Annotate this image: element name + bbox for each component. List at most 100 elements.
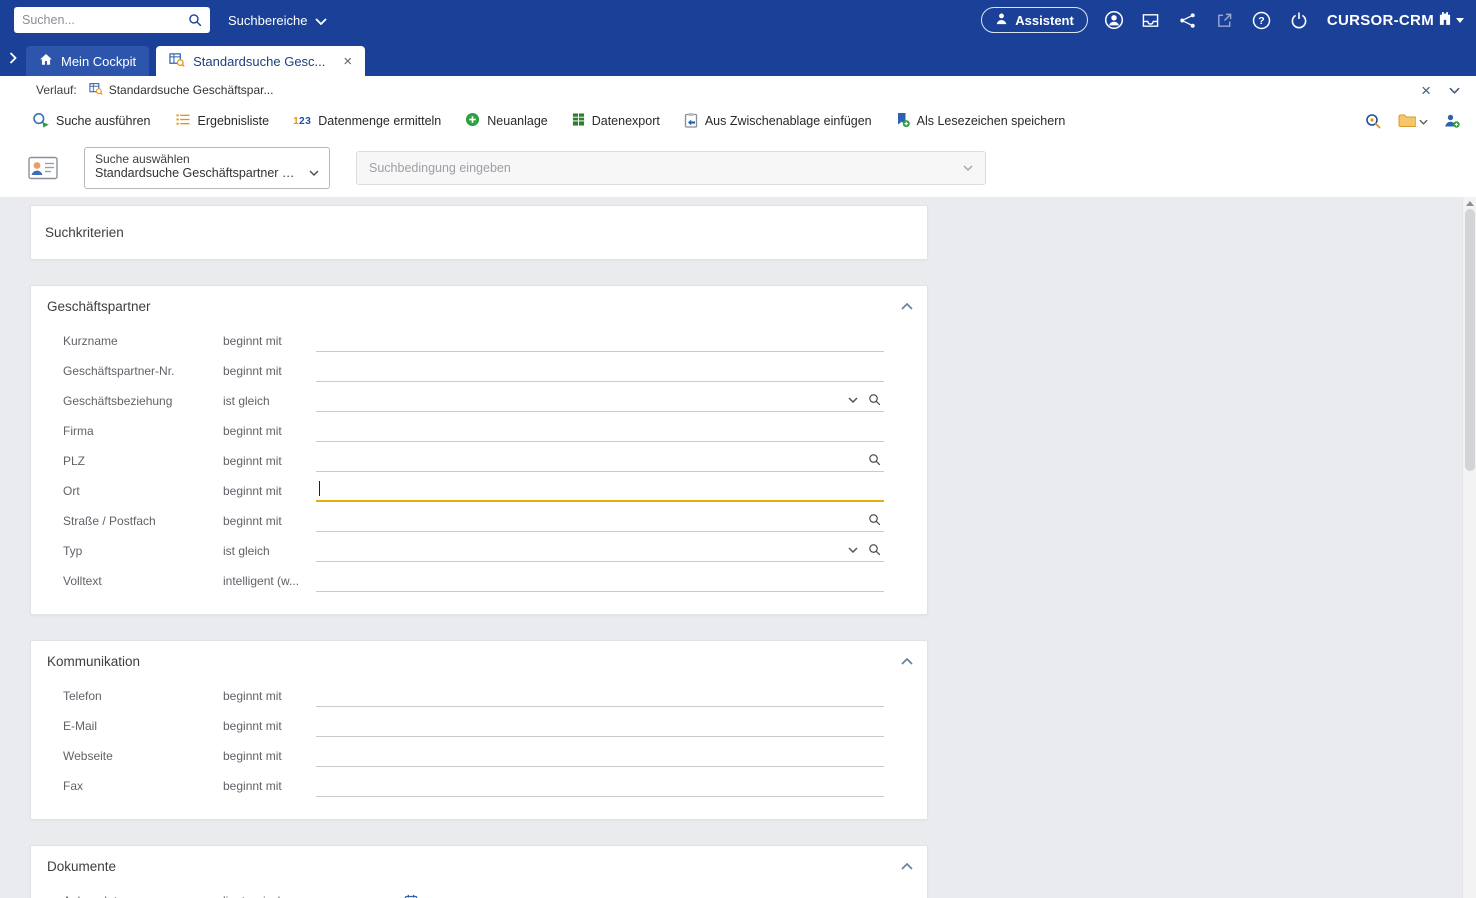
lookup-icon[interactable] [868,453,881,466]
criteria-input[interactable] [316,745,884,767]
lookup-icon[interactable] [868,513,881,526]
search-icon[interactable] [188,13,202,27]
operator-select[interactable]: liegt zwischen [223,894,316,898]
suche-ausfuehren-button[interactable]: Suche ausführen [32,112,151,131]
tab-standardsuche[interactable]: Standardsuche Gesc... × [156,46,365,76]
criteria-input[interactable] [316,420,884,442]
clipboard-paste-icon [684,112,698,131]
action-toolbar: Suche ausführen Ergebnisliste 123 Datenm… [0,104,1476,138]
share-icon[interactable] [1177,9,1199,31]
field-label: Anlagedatum [63,894,223,898]
criteria-input[interactable] [316,570,884,592]
criteria-rows: Anlagedatumliegt zwischen [31,886,927,898]
help-icon[interactable]: ? [1251,9,1273,31]
lookup-icon[interactable] [868,393,881,406]
criteria-input[interactable] [316,360,884,382]
external-link-icon[interactable] [1214,9,1236,31]
tool-label: Als Lesezeichen speichern [917,114,1066,128]
operator-select[interactable]: beginnt mit [223,334,316,348]
operator-select[interactable]: beginnt mit [223,424,316,438]
field-label: E-Mail [63,719,223,733]
collapse-chevron-icon[interactable] [901,658,913,665]
power-icon[interactable] [1288,9,1310,31]
operator-select[interactable]: ist gleich [223,544,316,558]
chevron-down-icon [315,13,327,28]
brand-logo[interactable]: CURSOR-CRM [1327,11,1464,29]
operator-select[interactable]: beginnt mit [223,484,316,498]
zwischenablage-button[interactable]: Aus Zwischenablage einfügen [684,112,872,131]
datenexport-button[interactable]: Datenexport [572,112,660,130]
business-partner-card-icon [28,154,58,181]
calendar-icon[interactable] [404,894,418,898]
field-label: Ort [63,484,223,498]
lookup-icon[interactable] [868,543,881,556]
criteria-input[interactable] [316,890,396,898]
section-title: Geschäftspartner [47,299,151,314]
ergebnisliste-button[interactable]: Ergebnisliste [175,113,270,129]
criteria-input[interactable] [316,390,884,412]
section-kommunikation: Kommunikation Telefonbeginnt mitE-Mailbe… [30,640,928,820]
collapse-chevron-icon[interactable] [901,863,913,870]
vertical-scrollbar[interactable] [1462,197,1476,898]
svg-text:?: ? [1259,15,1265,27]
count-icon-text: 23 [299,116,311,127]
global-search-box[interactable] [14,7,210,33]
main-content: Suchkriterien Geschäftspartner Kurznameb… [0,197,1476,898]
scroll-up-icon[interactable] [1463,197,1476,209]
dropdown-caret-icon[interactable] [848,397,858,403]
suchkriterien-title: Suchkriterien [45,225,124,240]
criteria-input[interactable] [316,540,884,562]
toolbar-right-actions [1365,113,1460,130]
criteria-input[interactable] [316,685,884,707]
operator-select[interactable]: beginnt mit [223,514,316,528]
sidebar-expand-icon[interactable] [0,40,26,76]
operator-select[interactable]: beginnt mit [223,454,316,468]
lesezeichen-button[interactable]: Als Lesezeichen speichern [896,112,1066,131]
criteria-input[interactable] [316,480,884,502]
criteria-input[interactable] [316,775,884,797]
chevron-down-icon[interactable] [1449,87,1460,94]
history-bar: Verlauf: Standardsuche Geschäftspar... × [0,76,1476,104]
operator-select[interactable]: beginnt mit [223,749,316,763]
operator-select[interactable]: ist gleich [223,394,316,408]
tab-mein-cockpit[interactable]: Mein Cockpit [26,46,149,76]
operator-select[interactable]: intelligent (w... [223,574,316,588]
suchbereiche-dropdown[interactable]: Suchbereiche [228,13,327,28]
neuanlage-button[interactable]: Neuanlage [465,112,547,130]
search-condition-input[interactable]: Suchbedingung eingeben [356,151,986,185]
suchkriterien-card: Suchkriterien [30,205,928,260]
criteria-input[interactable] [316,715,884,737]
user-settings-icon[interactable] [1444,113,1460,129]
criteria-row: Kurznamebeginnt mit [31,326,927,356]
dropdown-caret-icon[interactable] [848,547,858,553]
criteria-input[interactable] [316,450,884,472]
add-circle-icon [465,112,480,130]
operator-select[interactable]: beginnt mit [223,779,316,793]
datenmenge-button[interactable]: 123 Datenmenge ermitteln [293,114,441,128]
field-label: Telefon [63,689,223,703]
operator-select[interactable]: beginnt mit [223,364,316,378]
criteria-row: Typist gleich [31,536,927,566]
history-item[interactable]: Standardsuche Geschäftspar... [89,82,274,98]
search-select-dropdown[interactable]: Suche auswählen Standardsuche Geschäftsp… [84,147,330,189]
criteria-input[interactable] [316,330,884,352]
suchbereiche-label: Suchbereiche [228,13,308,28]
close-icon[interactable]: × [1421,82,1431,99]
folder-dropdown[interactable] [1398,113,1428,130]
search-select-label: Suche auswählen [95,152,319,166]
operator-select[interactable]: beginnt mit [223,689,316,703]
tab-close-icon[interactable]: × [343,54,352,69]
operator-select[interactable]: beginnt mit [223,719,316,733]
account-icon[interactable] [1103,9,1125,31]
criteria-row: Geschäftsbeziehungist gleich [31,386,927,416]
inbox-icon[interactable] [1140,9,1162,31]
criteria-input[interactable] [316,510,884,532]
assistent-button[interactable]: Assistent [981,7,1088,33]
scrollbar-thumb[interactable] [1465,209,1475,471]
history-item-label: Standardsuche Geschäftspar... [109,83,274,97]
folder-icon [1398,113,1416,130]
search-manage-icon[interactable] [1365,113,1382,129]
global-search-input[interactable] [22,13,188,27]
collapse-chevron-icon[interactable] [901,303,913,310]
assistent-label: Assistent [1015,13,1074,28]
